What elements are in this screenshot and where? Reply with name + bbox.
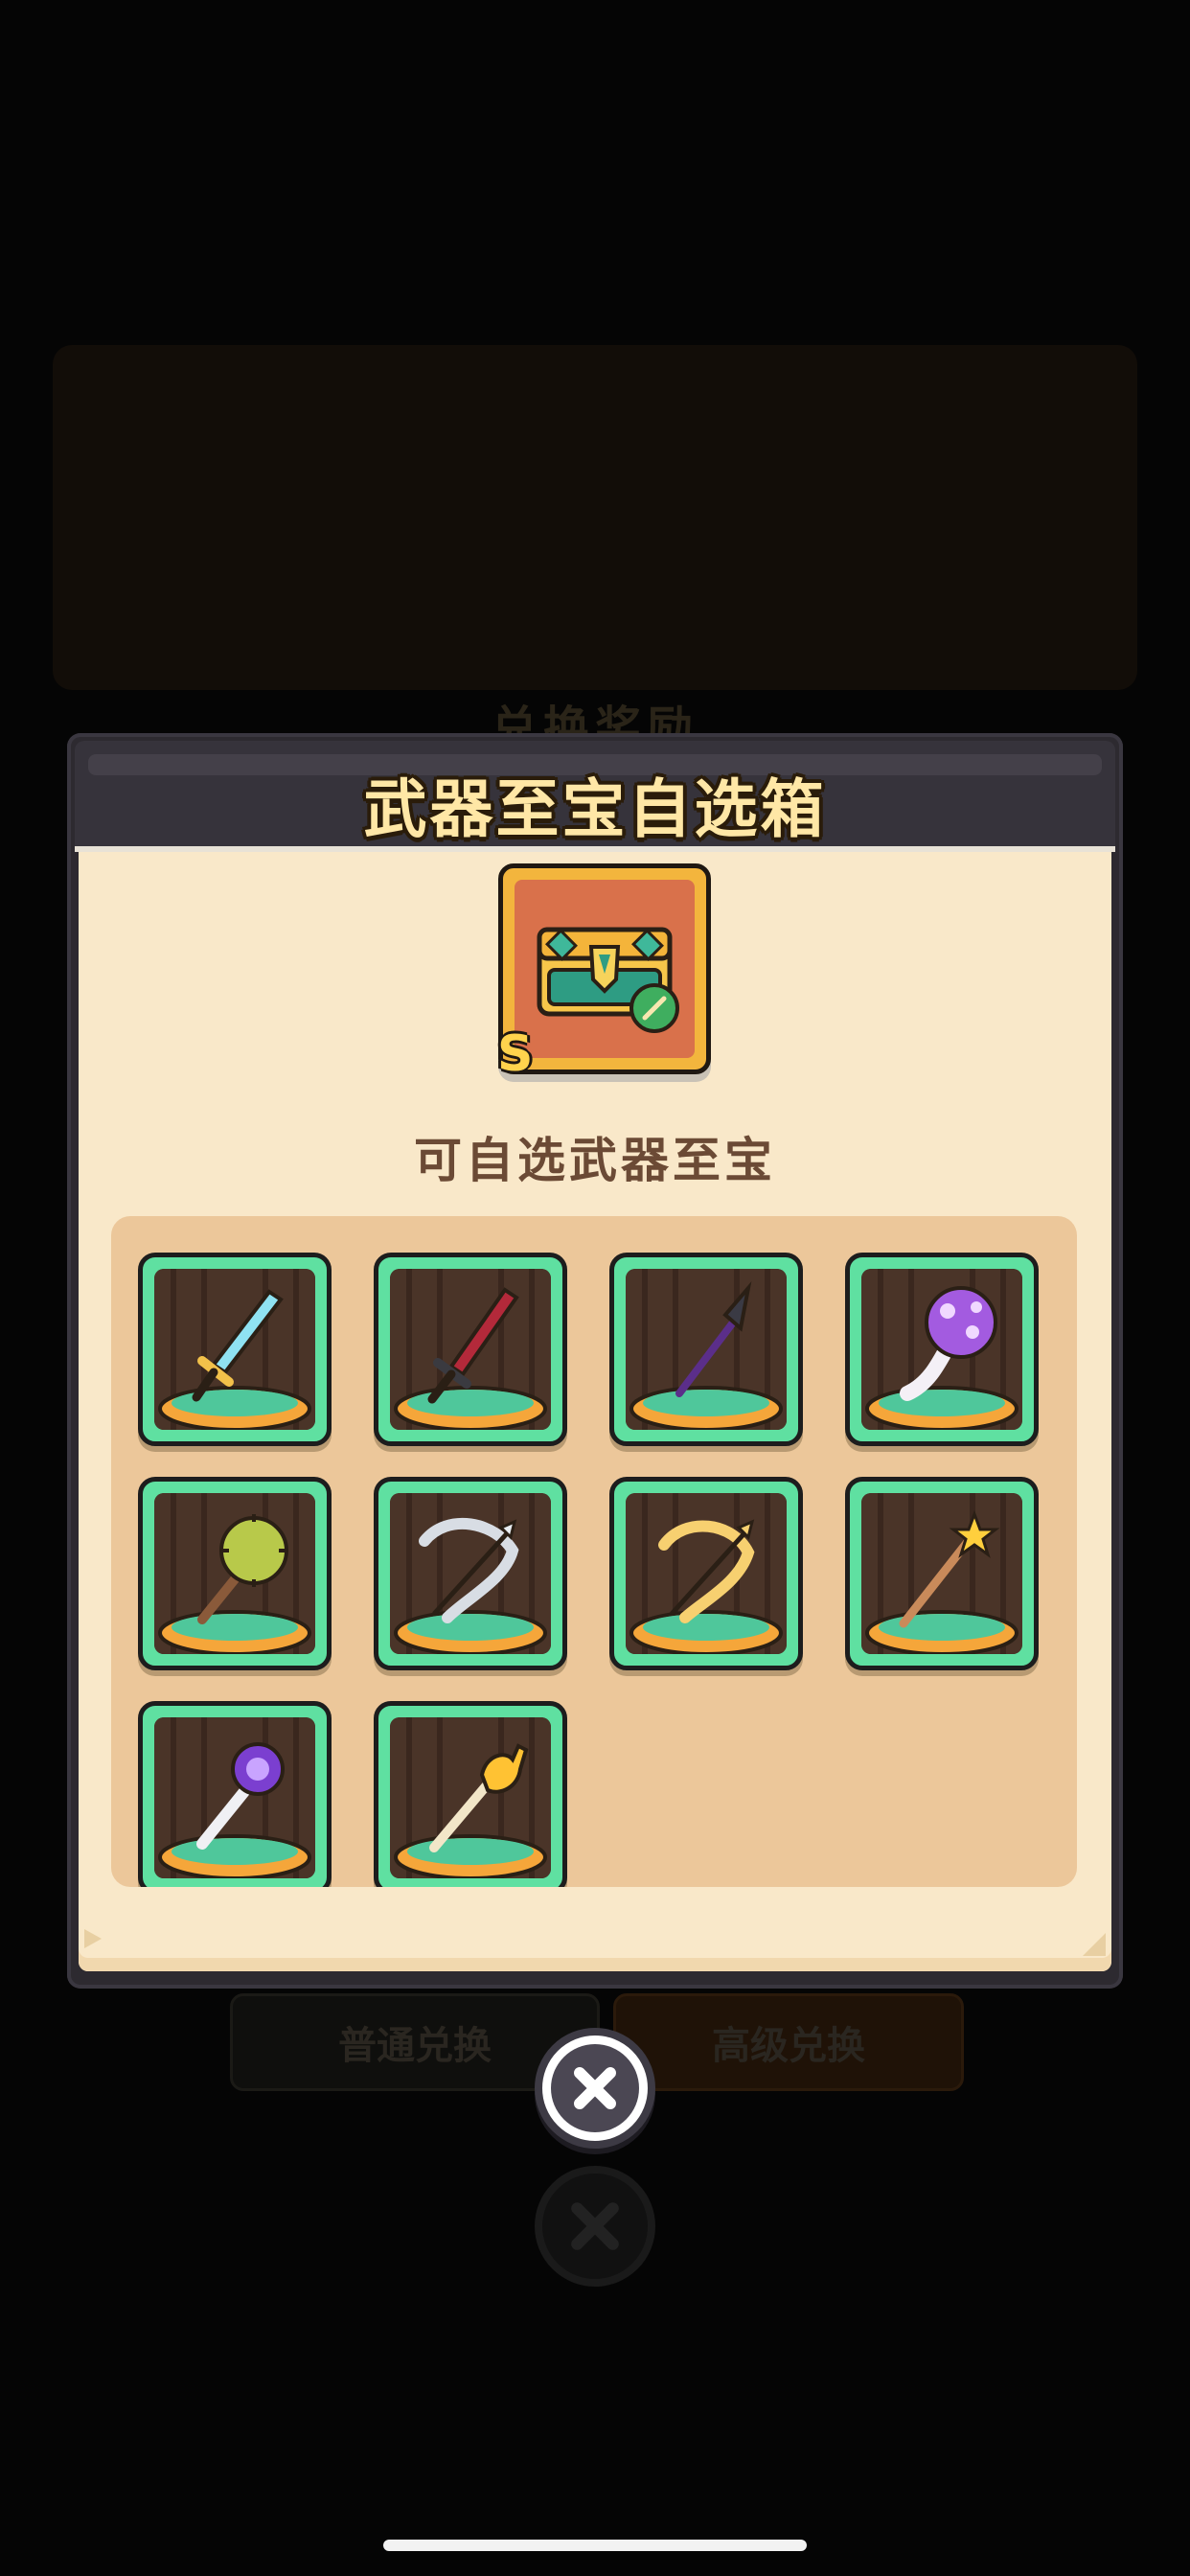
close-button-inner — [551, 2044, 639, 2132]
grade-badge: S — [497, 1025, 534, 1083]
crystal-sword-icon — [154, 1269, 315, 1430]
weapon-list-panel[interactable] — [111, 1216, 1077, 1887]
weapon-slot[interactable] — [138, 1477, 332, 1670]
dialog-body: S 可自选武器至宝 — [79, 852, 1111, 1971]
weapon-slot[interactable] — [845, 1477, 1039, 1670]
dark-spear-icon — [626, 1269, 787, 1430]
dialog-title: 武器至宝自选箱 — [363, 772, 827, 846]
weapon-slot[interactable] — [138, 1253, 332, 1446]
premium-exchange-button: 高级兑换 — [613, 1993, 964, 2091]
star-staff-icon — [861, 1493, 1022, 1654]
slot-background — [626, 1269, 787, 1430]
slot-background — [390, 1269, 551, 1430]
corner-decoration-right — [1083, 1933, 1106, 1956]
thorn-club-icon — [154, 1493, 315, 1654]
slot-background — [390, 1493, 551, 1654]
weapon-slot[interactable] — [609, 1477, 803, 1670]
silver-bow-icon — [390, 1493, 551, 1654]
slot-background — [861, 1269, 1022, 1430]
close-button[interactable] — [535, 2028, 655, 2149]
slot-background — [154, 1717, 315, 1878]
golden-hand-staff-icon — [390, 1717, 551, 1878]
weapon-slot[interactable] — [374, 1701, 567, 1887]
dialog-header: 武器至宝自选箱 — [75, 741, 1115, 852]
weapon-slot[interactable] — [374, 1477, 567, 1670]
dialog-subtitle: 可自选武器至宝 — [414, 1133, 776, 1188]
crimson-sword-icon — [390, 1269, 551, 1430]
weapon-slot[interactable] — [138, 1701, 332, 1887]
corner-decoration-left — [84, 1929, 102, 1948]
amethyst-scepter-icon — [154, 1717, 315, 1878]
slot-background — [154, 1269, 315, 1430]
chest-graphic — [537, 927, 679, 1033]
close-icon — [574, 2067, 616, 2109]
weapon-slot[interactable] — [609, 1253, 803, 1446]
weapon-slot[interactable] — [374, 1253, 567, 1446]
golden-bow-icon — [626, 1493, 787, 1654]
background-close-icon — [535, 2166, 655, 2287]
slot-background — [861, 1493, 1022, 1654]
background-banner — [53, 345, 1137, 690]
slot-background — [390, 1717, 551, 1878]
treasure-chest-icon: S — [497, 863, 711, 1083]
home-indicator[interactable] — [383, 2540, 807, 2551]
weapon-slot[interactable] — [845, 1253, 1039, 1446]
slot-background — [154, 1493, 315, 1654]
slot-background — [626, 1493, 787, 1654]
weapon-chest-dialog: 武器至宝自选箱 S 可自选武器至宝 — [67, 733, 1123, 1989]
purple-spiked-mace-icon — [861, 1269, 1022, 1430]
